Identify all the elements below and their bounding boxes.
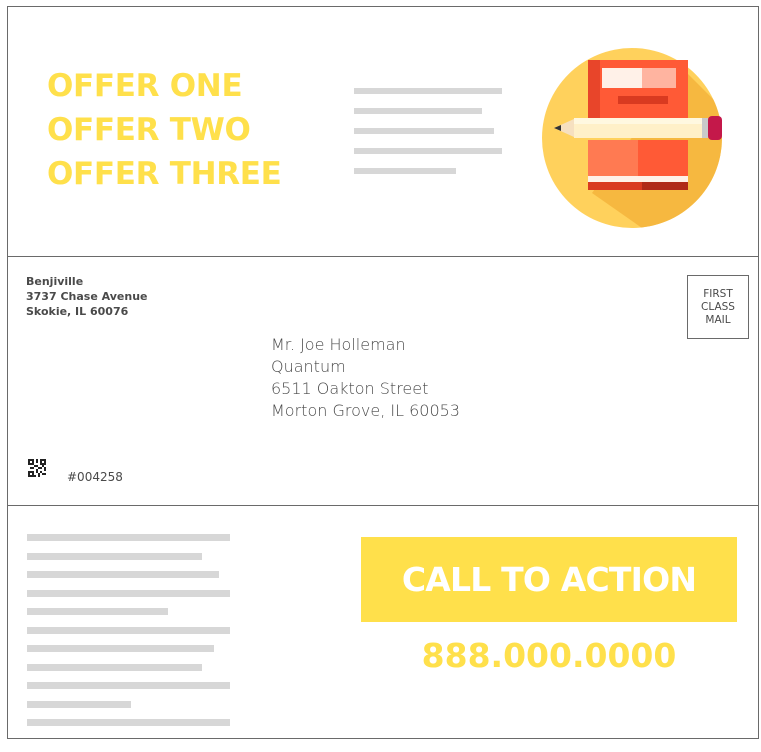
offer-item: OFFER ONE [47, 68, 243, 104]
return-address: Benjiville 3737 Chase Avenue Skokie, IL … [26, 274, 147, 319]
qr-code-icon [28, 459, 46, 477]
placeholder-line [27, 534, 230, 541]
placeholder-line [27, 626, 230, 634]
placeholder-line [354, 108, 482, 114]
placeholder-line [27, 608, 168, 615]
sender-street: 3737 Chase Avenue [26, 290, 148, 303]
placeholder-line [27, 700, 131, 708]
placeholder-line [27, 571, 219, 578]
placeholder-line [354, 88, 502, 94]
placeholder-line [354, 148, 502, 154]
placeholder-line [354, 168, 456, 174]
offer-item: OFFER THREE [47, 156, 282, 192]
placeholder-line [27, 589, 230, 597]
postage-box: FIRST CLASS MAIL [687, 275, 749, 339]
placeholder-line [27, 663, 202, 671]
section-divider [7, 256, 759, 257]
recipient-city: Morton Grove, IL 60053 [271, 401, 460, 420]
book-and-pencil-icon [542, 48, 722, 228]
placeholder-line [27, 682, 230, 689]
phone-number[interactable]: 888.000.0000 [361, 636, 737, 675]
placeholder-line [354, 128, 494, 134]
placeholder-line [27, 645, 214, 652]
offer-item: OFFER TWO [47, 112, 251, 148]
tracking-code: #004258 [67, 470, 123, 484]
recipient-company: Quantum [271, 357, 346, 376]
postage-line: FIRST [703, 287, 733, 300]
section-divider [7, 505, 759, 506]
recipient-address: Mr. Joe Holleman Quantum 6511 Oakton Str… [271, 334, 460, 422]
placeholder-line [27, 552, 202, 560]
postage-line: CLASS [701, 300, 735, 313]
postage-line: MAIL [705, 313, 731, 326]
placeholder-text-block [354, 88, 504, 174]
recipient-name: Mr. Joe Holleman [271, 335, 406, 354]
sender-city: Skokie, IL 60076 [26, 305, 129, 318]
call-to-action-button[interactable]: CALL TO ACTION [361, 537, 737, 622]
recipient-street: 6511 Oakton Street [271, 379, 429, 398]
sender-name: Benjiville [26, 275, 84, 288]
offers-list: OFFER ONE OFFER TWO OFFER THREE [47, 64, 282, 196]
placeholder-line [27, 719, 230, 726]
placeholder-text-block [27, 534, 230, 726]
